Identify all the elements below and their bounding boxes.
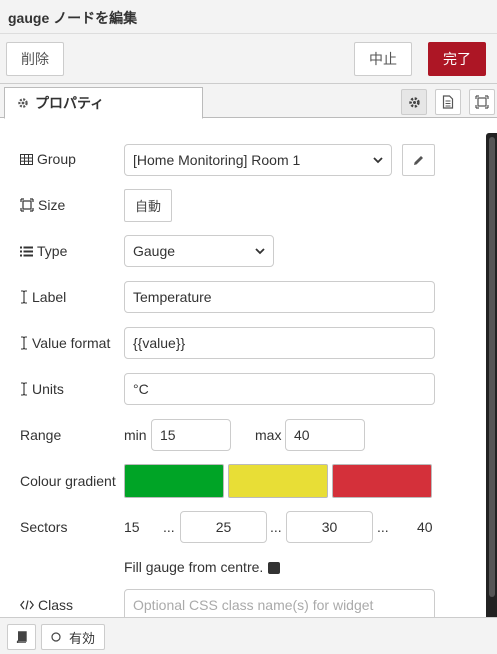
sectors-dots-1: ... [163, 519, 175, 535]
colour-swatch-mid[interactable] [228, 464, 328, 498]
fill-from-centre-checkbox[interactable] [268, 562, 280, 574]
cancel-button[interactable]: 中止 [354, 42, 412, 76]
list-icon [20, 246, 33, 257]
sectors-label: Sectors [20, 519, 68, 535]
value-format-label-row: Value format [20, 335, 110, 351]
size-button[interactable]: 自動 [124, 189, 172, 222]
range-min-label: min [124, 427, 147, 443]
code-icon [20, 600, 34, 610]
colour-swatch-low[interactable] [124, 464, 224, 498]
class-label: Class [38, 597, 74, 613]
value-format-input[interactable]: {{value}} [124, 327, 435, 359]
units-input[interactable]: °C [124, 373, 435, 405]
tab-appearance-icon-button[interactable] [469, 89, 495, 115]
properties-panel: Group [Home Monitoring] Room 1 Size 自動 T… [0, 119, 497, 617]
text-cursor-icon [20, 336, 28, 350]
range-label: Range [20, 427, 62, 443]
range-max-label: max [255, 427, 282, 443]
done-button[interactable]: 完了 [428, 42, 486, 76]
gear-icon [408, 96, 421, 109]
dialog-button-row: 削除 中止 完了 [0, 34, 497, 84]
range-max-input[interactable]: 40 [285, 419, 365, 451]
tab-description-icon-button[interactable] [435, 89, 461, 115]
fill-from-centre-label: Fill gauge from centre. [124, 559, 264, 575]
units-label-row: Units [20, 381, 64, 397]
document-icon [442, 95, 454, 109]
delete-button[interactable]: 削除 [6, 42, 64, 76]
scrollbar-thumb[interactable] [489, 137, 495, 597]
gear-icon [17, 97, 29, 109]
label-input[interactable]: Temperature [124, 281, 435, 313]
tab-properties[interactable]: プロパティ [4, 87, 203, 119]
resize-icon [20, 198, 34, 212]
sectors-start-value: 15 [124, 519, 140, 535]
type-select-value: Gauge [133, 243, 176, 259]
tab-bar: プロパティ [0, 84, 497, 119]
circle-icon [51, 632, 61, 642]
enabled-label: 有効 [69, 630, 96, 646]
text-cursor-icon [20, 290, 28, 304]
size-label: Size [38, 197, 66, 213]
tab-settings-icon-button[interactable] [401, 89, 427, 115]
table-icon [20, 153, 33, 165]
group-label-row: Group [20, 151, 76, 167]
colour-swatch-high[interactable] [332, 464, 432, 498]
class-label-row: Class [20, 597, 73, 613]
frame-icon [475, 95, 489, 109]
range-min-input[interactable]: 15 [151, 419, 231, 451]
sectors-end-value: 40 [417, 519, 433, 535]
book-icon [16, 631, 27, 643]
sectors-mid1-input[interactable]: 25 [180, 511, 267, 543]
label-label-row: Label [20, 289, 66, 305]
value-format-label: Value format [32, 335, 111, 351]
size-label-row: Size [20, 197, 65, 213]
dialog-titlebar: gauge ノードを編集 [0, 0, 497, 34]
dialog-title: gauge ノードを編集 [8, 10, 138, 26]
enabled-toggle-button[interactable]: 有効 [41, 624, 105, 650]
type-label-row: Type [20, 243, 67, 259]
colour-gradient-label: Colour gradient [20, 473, 116, 489]
class-input[interactable]: Optional CSS class name(s) for widget [124, 589, 435, 617]
dialog-footer: 有効 [0, 617, 497, 654]
group-select[interactable]: [Home Monitoring] Room 1 [124, 144, 392, 176]
text-cursor-icon [20, 382, 28, 396]
units-label: Units [32, 381, 64, 397]
help-book-button[interactable] [7, 624, 36, 650]
type-label: Type [37, 243, 68, 259]
pencil-icon [413, 155, 424, 166]
tab-properties-label: プロパティ [35, 95, 105, 111]
type-select[interactable]: Gauge [124, 235, 274, 267]
sectors-dots-2: ... [270, 519, 282, 535]
group-label: Group [37, 151, 76, 167]
group-select-value: [Home Monitoring] Room 1 [133, 152, 301, 168]
chevron-down-icon [255, 247, 265, 255]
sectors-dots-3: ... [377, 519, 389, 535]
edit-group-button[interactable] [402, 144, 435, 176]
sectors-mid2-input[interactable]: 30 [286, 511, 373, 543]
chevron-down-icon [373, 156, 383, 164]
label-label: Label [32, 289, 67, 305]
